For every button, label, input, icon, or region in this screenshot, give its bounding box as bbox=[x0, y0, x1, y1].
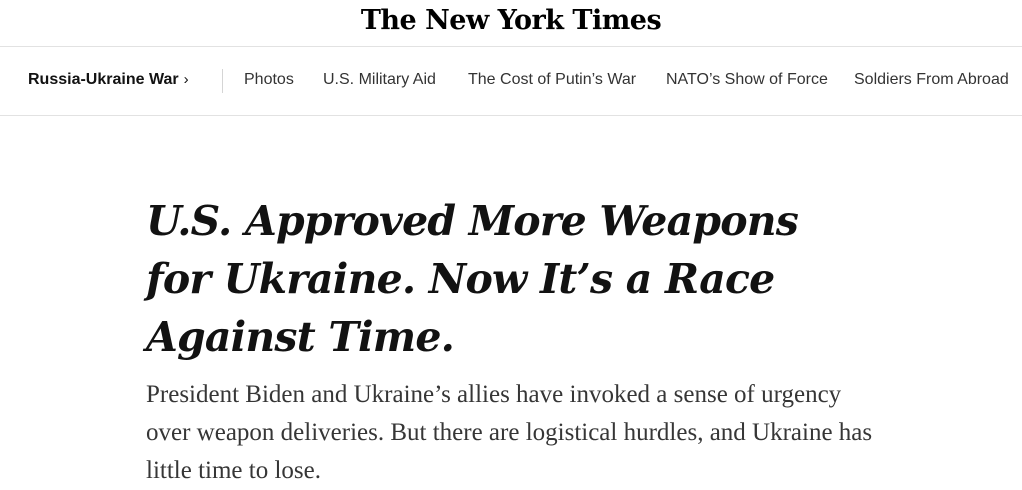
nav-link-photos[interactable]: Photos bbox=[244, 71, 294, 89]
article-summary: President Biden and Ukraine’s allies hav… bbox=[146, 381, 873, 484]
section-nav: Russia-Ukraine War › Photos U.S. Military… bbox=[0, 47, 1022, 116]
article-headline: U.S. Approved More Weapons for Ukraine. … bbox=[146, 197, 799, 361]
masthead: The New York Times bbox=[0, 0, 1022, 47]
chevron-right-icon: › bbox=[183, 71, 189, 88]
nav-link-cost-of-putins-war[interactable]: The Cost of Putin’s War bbox=[468, 71, 636, 89]
nav-link-natos-show-of-force[interactable]: NATO’s Show of Force bbox=[666, 71, 828, 89]
nav-link-soldiers-from-abroad[interactable]: Soldiers From Abroad bbox=[854, 71, 1009, 89]
nyt-logo[interactable]: The New York Times bbox=[361, 5, 662, 36]
nav-divider bbox=[222, 69, 223, 93]
nav-link-us-military-aid[interactable]: U.S. Military Aid bbox=[323, 71, 436, 89]
section-label: Russia-Ukraine War bbox=[28, 71, 179, 88]
section-link-russia-ukraine-war[interactable]: Russia-Ukraine War › bbox=[28, 71, 189, 89]
